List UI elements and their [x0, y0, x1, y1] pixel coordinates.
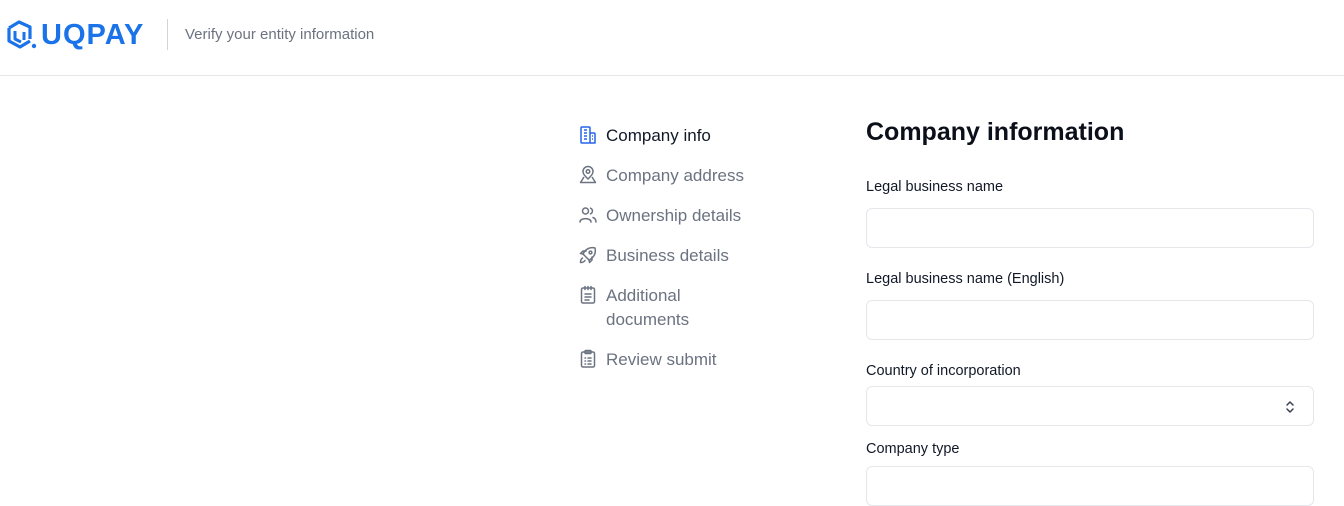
uqpay-logo-mark-icon — [7, 20, 37, 49]
uqpay-logo[interactable]: UQPAY — [6, 18, 144, 52]
step-business-details[interactable]: Business details — [578, 244, 756, 268]
notepad-icon — [578, 284, 598, 304]
legal-business-name-label: Legal business name — [866, 179, 1004, 195]
legal-business-name-english-input[interactable] — [866, 300, 1314, 340]
step-company-address[interactable]: Company address — [578, 164, 756, 188]
step-review-submit[interactable]: Review submit — [578, 348, 756, 372]
step-label: Company address — [606, 166, 744, 185]
step-label: Additional documents — [606, 286, 690, 329]
clipboard-list-icon — [578, 348, 598, 368]
country-of-incorporation-select[interactable] — [866, 386, 1314, 426]
step-label: Review submit — [606, 350, 717, 369]
chevron-up-down-icon — [1283, 399, 1297, 415]
rocket-icon — [578, 244, 598, 264]
company-type-label: Company type — [866, 441, 960, 457]
step-company-info[interactable]: Company info — [578, 124, 756, 148]
header-divider — [167, 19, 168, 50]
form-title: Company information — [866, 118, 1125, 146]
legal-business-name-input[interactable] — [866, 208, 1314, 248]
company-type-select[interactable] — [866, 466, 1314, 506]
users-icon — [578, 204, 598, 224]
step-label: Ownership details — [606, 206, 742, 225]
step-label: Business details — [606, 246, 729, 265]
legal-business-name-english-label: Legal business name (English) — [866, 271, 1065, 287]
step-label: Company info — [606, 126, 711, 145]
building-icon — [578, 124, 598, 144]
country-of-incorporation-label: Country of incorporation — [866, 363, 1021, 379]
step-ownership-details[interactable]: Ownership details — [578, 204, 756, 228]
brand-name: UQPAY — [41, 19, 145, 51]
map-pin-icon — [578, 164, 598, 184]
page-subtitle: Verify your entity information — [185, 26, 375, 43]
top-header: UQPAY Verify your entity information — [0, 0, 1344, 76]
step-additional-documents[interactable]: Additional documents — [578, 284, 756, 332]
